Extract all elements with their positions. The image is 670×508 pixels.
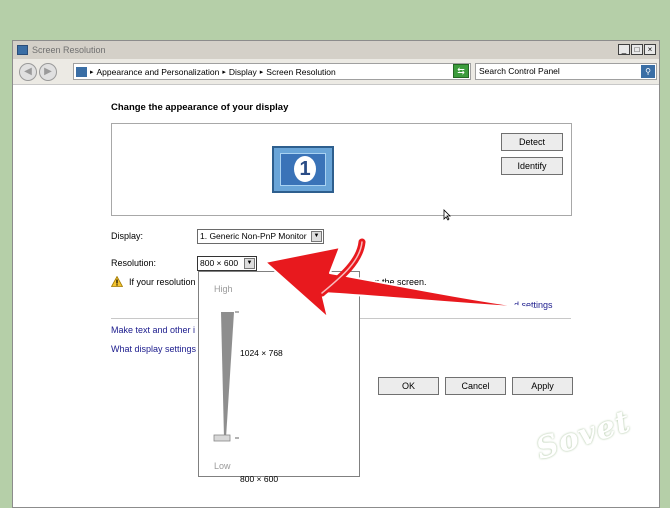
club-sovet-watermark-logo: club Sovet [531, 393, 647, 478]
watermark-line2: Sovet [531, 403, 636, 468]
